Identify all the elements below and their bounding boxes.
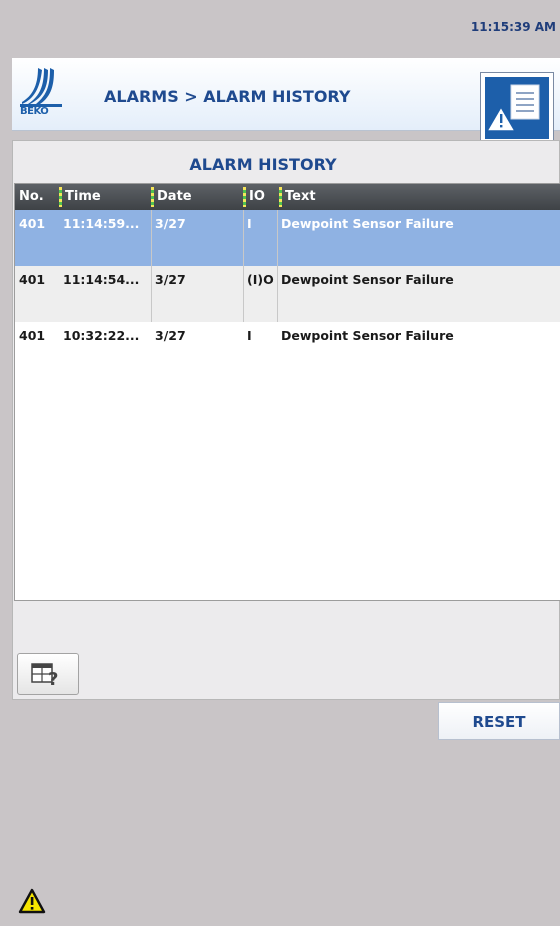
panel-title: ALARM HISTORY bbox=[189, 155, 337, 174]
alarm-history-panel: ALARM HISTORY No. Time Date IO Text 401 … bbox=[12, 140, 560, 700]
cell-text: Dewpoint Sensor Failure bbox=[281, 272, 454, 287]
column-resize-handle[interactable] bbox=[279, 187, 282, 207]
alarm-report-icon bbox=[485, 77, 549, 139]
column-divider bbox=[243, 210, 244, 322]
alarm-table[interactable]: No. Time Date IO Text 401 11:14:59... 3/… bbox=[14, 183, 560, 601]
column-header-io[interactable]: IO bbox=[249, 189, 265, 204]
cell-time: 10:32:22... bbox=[63, 328, 140, 343]
column-header-time[interactable]: Time bbox=[65, 189, 101, 204]
beko-logo: BEKO bbox=[20, 66, 62, 118]
column-header-date[interactable]: Date bbox=[157, 189, 192, 204]
cell-no: 401 bbox=[19, 272, 46, 287]
cell-date: 3/27 bbox=[155, 328, 186, 343]
column-header-no[interactable]: No. bbox=[19, 189, 44, 204]
clock: 11:15:39 AM bbox=[470, 20, 556, 34]
alarm-report-button[interactable] bbox=[480, 72, 554, 144]
table-row[interactable]: 401 11:14:54... 3/27 (I)O Dewpoint Senso… bbox=[15, 266, 560, 322]
cell-no: 401 bbox=[19, 216, 46, 231]
table-row[interactable]: 401 11:14:59... 3/27 I Dewpoint Sensor F… bbox=[15, 210, 560, 266]
cell-io: (I)O bbox=[247, 272, 274, 287]
status-bar: 11:15:39 AM bbox=[0, 0, 560, 58]
cell-date: 3/27 bbox=[155, 216, 186, 231]
warning-icon[interactable] bbox=[18, 888, 46, 914]
breadcrumb: ALARMS > ALARM HISTORY bbox=[104, 87, 351, 106]
column-header-text[interactable]: Text bbox=[285, 189, 316, 204]
column-resize-handle[interactable] bbox=[243, 187, 246, 207]
cell-text: Dewpoint Sensor Failure bbox=[281, 328, 454, 343]
table-row[interactable]: 401 10:32:22... 3/27 I Dewpoint Sensor F… bbox=[15, 322, 560, 362]
column-resize-handle[interactable] bbox=[151, 187, 154, 207]
header-bar: BEKO ALARMS > ALARM HISTORY bbox=[12, 58, 560, 144]
column-divider bbox=[277, 210, 278, 322]
cell-time: 11:14:59... bbox=[63, 216, 140, 231]
cell-no: 401 bbox=[19, 328, 46, 343]
cell-io: I bbox=[247, 328, 252, 343]
cell-date: 3/27 bbox=[155, 272, 186, 287]
cell-text: Dewpoint Sensor Failure bbox=[281, 216, 454, 231]
cell-time: 11:14:54... bbox=[63, 272, 140, 287]
table-help-icon: ? bbox=[31, 663, 58, 690]
svg-text:?: ? bbox=[48, 669, 58, 690]
logo-text: BEKO bbox=[20, 106, 49, 117]
cell-io: I bbox=[247, 216, 252, 231]
reset-button[interactable]: RESET bbox=[438, 702, 560, 740]
table-header: No. Time Date IO Text bbox=[15, 184, 560, 210]
table-help-button[interactable]: ? bbox=[17, 653, 79, 695]
column-resize-handle[interactable] bbox=[59, 187, 62, 207]
column-divider bbox=[151, 210, 152, 322]
